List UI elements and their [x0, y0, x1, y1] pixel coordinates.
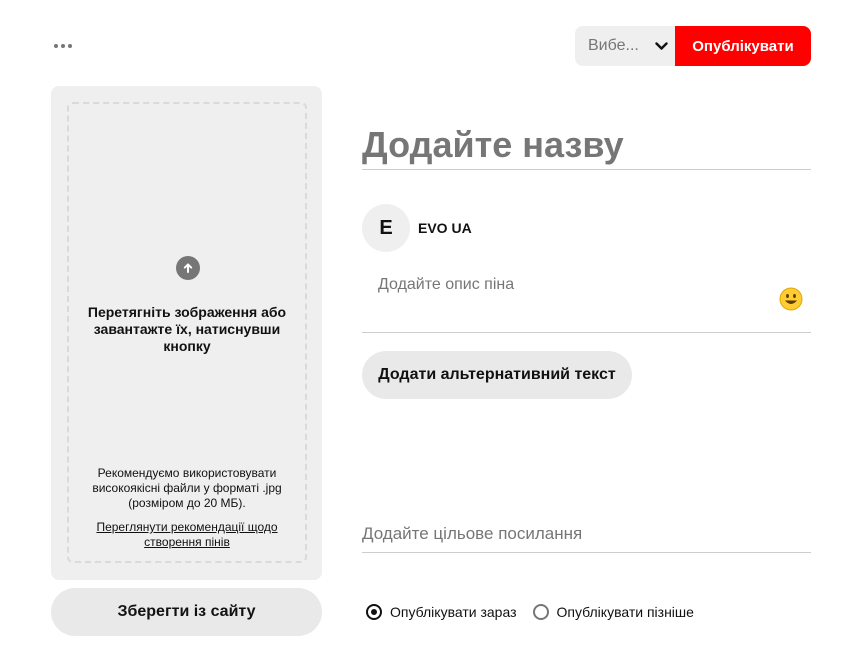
avatar: E — [362, 204, 410, 252]
publish-timing-options: Опублікувати зараз Опублікувати пізніше — [366, 600, 694, 624]
publish-button[interactable]: Опублікувати — [675, 26, 811, 66]
smiley-face-icon[interactable] — [779, 287, 803, 311]
publish-now-label: Опублікувати зараз — [390, 604, 517, 620]
ellipsis-horizontal-icon — [54, 44, 58, 48]
destination-link-input[interactable] — [362, 516, 811, 553]
more-options-button[interactable] — [50, 34, 76, 58]
pin-title-input[interactable] — [362, 120, 811, 170]
top-actions: Вибе... Опублікувати — [575, 26, 811, 66]
radio-publish-now[interactable] — [366, 604, 382, 620]
user-row: E EVO UA — [362, 204, 472, 252]
pin-description-input[interactable] — [362, 270, 762, 310]
arrow-up-circle-icon — [176, 256, 200, 280]
description-area — [362, 270, 811, 333]
publish-later-label: Опублікувати пізніше — [556, 604, 694, 620]
board-select-value: Вибе... — [588, 37, 639, 54]
add-alt-text-button[interactable]: Додати альтернативний текст — [362, 351, 632, 399]
user-name: EVO UA — [418, 220, 472, 236]
publish-later-option[interactable]: Опублікувати пізніше — [532, 604, 694, 620]
upload-dropzone[interactable]: Перетягніть зображення або завантажте їх… — [67, 102, 307, 563]
upload-hint: Рекомендуємо використовувати високоякісн… — [92, 466, 282, 510]
chevron-down-icon — [654, 39, 668, 53]
upload-area[interactable]: Перетягніть зображення або завантажте їх… — [51, 86, 322, 580]
board-select[interactable]: Вибе... — [575, 26, 675, 66]
save-from-site-button[interactable]: Зберегти із сайту — [51, 588, 322, 636]
radio-publish-later[interactable] — [532, 604, 549, 620]
pin-guidelines-link[interactable]: Переглянути рекомендації щодо створення … — [79, 520, 295, 550]
upload-title: Перетягніть зображення або завантажте їх… — [87, 304, 287, 354]
publish-now-option[interactable]: Опублікувати зараз — [366, 604, 517, 620]
